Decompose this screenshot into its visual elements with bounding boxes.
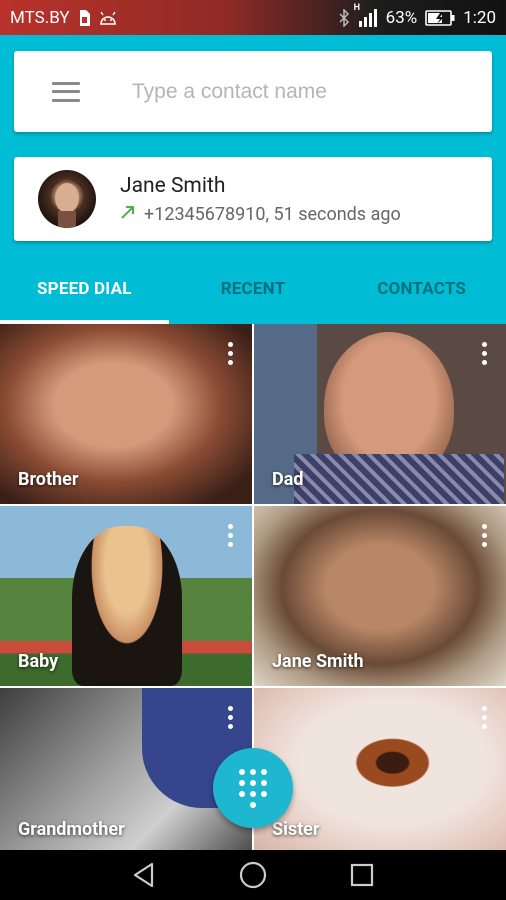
tab-contacts[interactable]: CONTACTS — [337, 254, 506, 324]
hamburger-menu-icon[interactable] — [52, 81, 80, 102]
bluetooth-icon — [338, 8, 350, 27]
more-options-icon[interactable] — [482, 706, 488, 729]
more-options-icon[interactable] — [482, 524, 488, 547]
more-options-icon[interactable] — [482, 342, 488, 365]
contact-search-input[interactable] — [130, 78, 454, 105]
sim-card-icon — [78, 9, 90, 26]
navigation-bar — [0, 850, 506, 900]
android-icon — [98, 11, 118, 25]
speed-dial-name: Sister — [272, 819, 320, 840]
tab-recent[interactable]: RECENT — [169, 254, 338, 324]
back-icon[interactable] — [124, 855, 164, 895]
speed-dial-name: Grandmother — [18, 819, 125, 840]
recent-call-detail: +12345678910, 51 seconds ago — [144, 203, 401, 225]
battery-charging-icon — [425, 9, 455, 26]
home-icon[interactable] — [233, 855, 273, 895]
recent-contact-name: Jane Smith — [120, 173, 226, 198]
speed-dial-tile[interactable]: Dad — [254, 324, 506, 504]
recent-apps-icon[interactable] — [342, 855, 382, 895]
battery-percent: 63% — [385, 7, 418, 28]
avatar — [38, 170, 96, 228]
speed-dial-tile[interactable]: Jane Smith — [254, 506, 506, 686]
dialpad-button[interactable] — [213, 748, 293, 828]
signal-icon: H — [354, 3, 378, 27]
speed-dial-tile[interactable]: Baby — [0, 506, 252, 686]
outgoing-call-arrow-icon — [120, 204, 136, 225]
signal-type-label: H — [353, 2, 361, 13]
speed-dial-tile[interactable]: Brother — [0, 324, 252, 504]
speed-dial-tile[interactable]: Sister — [254, 688, 506, 854]
speed-dial-name: Jane Smith — [272, 651, 364, 672]
more-options-icon[interactable] — [228, 342, 234, 365]
status-bar: MTS.BY H 63% 1:20 — [0, 0, 506, 35]
carrier-label: MTS.BY — [10, 7, 70, 28]
speed-dial-name: Baby — [18, 651, 59, 672]
recent-call-card[interactable]: Jane Smith +12345678910, 51 seconds ago — [14, 157, 492, 241]
speed-dial-name: Dad — [272, 469, 304, 490]
search-bar — [14, 51, 492, 132]
more-options-icon[interactable] — [228, 706, 234, 729]
tab-speed-dial[interactable]: SPEED DIAL — [0, 254, 169, 324]
more-options-icon[interactable] — [228, 524, 234, 547]
speed-dial-name: Brother — [18, 469, 79, 490]
clock: 1:20 — [463, 7, 496, 28]
speed-dial-tile[interactable]: Grandmother — [0, 688, 252, 854]
tab-bar: SPEED DIAL RECENT CONTACTS — [0, 254, 506, 324]
